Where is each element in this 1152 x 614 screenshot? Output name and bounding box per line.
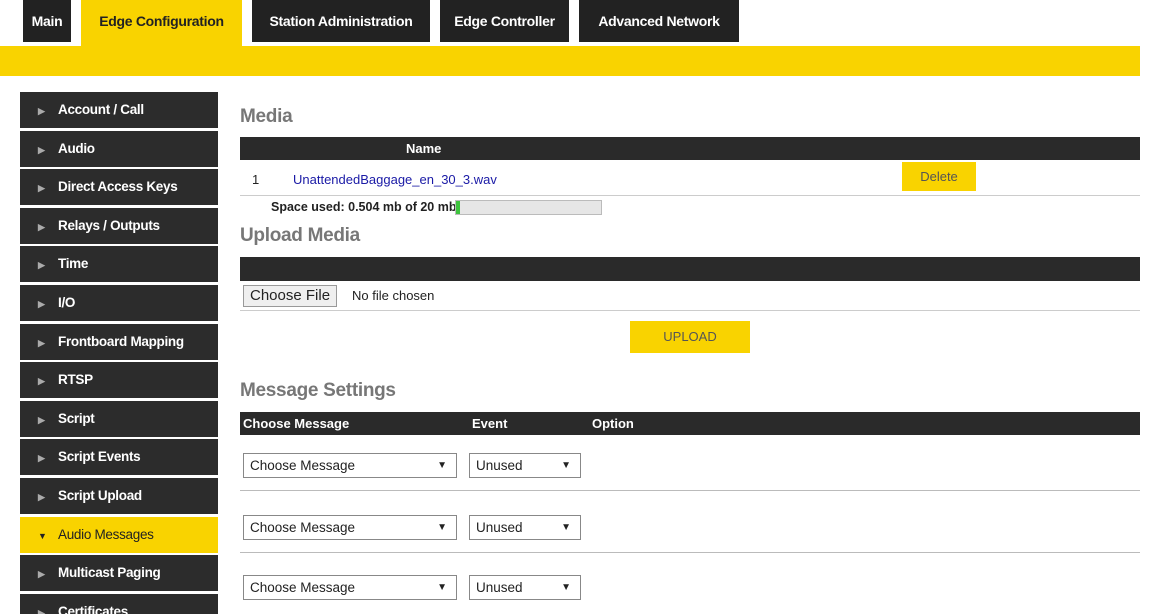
dropdown-arrow-icon: ▼ xyxy=(437,460,447,471)
chevron-right-icon: ▶ xyxy=(38,376,45,387)
row-index: 1 xyxy=(252,172,260,187)
table-row: 1 UnattendedBaggage_en_30_3.wav Delete xyxy=(240,162,1140,196)
choose-message-select[interactable]: Choose Message ▼ xyxy=(243,575,457,600)
sidebar-item-label: Time xyxy=(58,256,89,272)
space-used-progress-bar xyxy=(455,200,602,215)
sidebar: ▶ Account / Call ▶ Audio ▶ Direct Access Ke… xyxy=(20,92,218,614)
top-navigation: Main Edge Configuration Station Administ… xyxy=(0,0,1152,46)
sidebar-item-rtsp[interactable]: ▶ RTSP xyxy=(20,362,218,399)
sidebar-item-script-upload[interactable]: ▶ Script Upload xyxy=(20,477,218,514)
space-used-text: Space used: 0.504 mb of 20 mb xyxy=(271,200,457,214)
sidebar-item-audio-messages[interactable]: ▼ Audio Messages xyxy=(20,516,218,553)
column-header-name: Name xyxy=(406,141,442,156)
media-file-link[interactable]: UnattendedBaggage_en_30_3.wav xyxy=(293,172,497,187)
sidebar-item-frontboard-mapping[interactable]: ▶ Frontboard Mapping xyxy=(20,323,218,360)
column-header-choose-message: Choose Message xyxy=(243,416,350,431)
chevron-right-icon: ▶ xyxy=(38,106,45,116)
select-value: Choose Message xyxy=(250,520,356,535)
column-header-event: Event xyxy=(472,416,508,431)
select-value: Unused xyxy=(476,580,523,595)
tab-edge-controller[interactable]: Edge Controller xyxy=(440,0,569,42)
sidebar-item-label: Audio xyxy=(58,140,95,156)
choose-file-button[interactable]: Choose File xyxy=(243,285,338,307)
dropdown-arrow-icon: ▼ xyxy=(561,522,571,533)
sidebar-item-label: I/O xyxy=(58,294,76,310)
sidebar-item-time[interactable]: ▶ Time xyxy=(20,246,218,283)
sidebar-item-script[interactable]: ▶ Script xyxy=(20,400,218,437)
message-row: Choose Message ▼ Unused ▼ xyxy=(240,453,1140,491)
column-header-option: Option xyxy=(592,416,634,431)
sidebar-item-label: Direct Access Keys xyxy=(58,179,178,195)
chevron-right-icon: ▶ xyxy=(38,183,45,194)
sidebar-item-label: Frontboard Mapping xyxy=(58,333,184,349)
tab-station-administration[interactable]: Station Administration xyxy=(252,0,430,42)
tab-edge-configuration[interactable]: Edge Configuration xyxy=(81,0,242,46)
sidebar-item-direct-access-keys[interactable]: ▶ Direct Access Keys xyxy=(20,169,218,206)
dropdown-arrow-icon: ▼ xyxy=(561,460,571,471)
progress-fill xyxy=(456,201,460,214)
upload-media-title: Upload Media xyxy=(240,225,360,246)
sidebar-item-label: Script xyxy=(58,410,95,426)
choose-message-select[interactable]: Choose Message ▼ xyxy=(243,515,457,540)
dropdown-arrow-icon: ▼ xyxy=(437,522,447,533)
sidebar-item-label: RTSP xyxy=(58,372,93,388)
chevron-right-icon: ▶ xyxy=(38,337,45,348)
chevron-right-icon: ▶ xyxy=(38,260,45,271)
sidebar-item-label: Account / Call xyxy=(58,102,144,117)
chevron-right-icon: ▶ xyxy=(38,491,45,502)
sidebar-item-label: Script Upload xyxy=(58,487,142,503)
chevron-down-icon: ▼ xyxy=(38,530,47,541)
chevron-right-icon: ▶ xyxy=(38,298,45,309)
tab-advanced-network[interactable]: Advanced Network xyxy=(579,0,739,42)
event-select[interactable]: Unused ▼ xyxy=(469,515,581,540)
sidebar-item-io[interactable]: ▶ I/O xyxy=(20,284,218,321)
media-table-header: Name xyxy=(240,137,1140,160)
select-value: Unused xyxy=(476,458,523,473)
dropdown-arrow-icon: ▼ xyxy=(561,582,571,593)
chevron-right-icon: ▶ xyxy=(38,453,45,464)
tab-main[interactable]: Main xyxy=(23,0,71,42)
chevron-right-icon: ▶ xyxy=(38,607,45,614)
chevron-right-icon: ▶ xyxy=(38,414,45,425)
upload-button[interactable]: UPLOAD xyxy=(630,321,750,353)
message-row: Choose Message ▼ Unused ▼ xyxy=(240,515,1140,553)
sidebar-item-label: Relays / Outputs xyxy=(58,217,160,233)
sidebar-item-multicast-paging[interactable]: ▶ Multicast Paging xyxy=(20,555,218,592)
message-row: Choose Message ▼ Unused ▼ xyxy=(240,575,1140,613)
message-settings-header: Choose Message Event Option xyxy=(240,412,1140,435)
dropdown-arrow-icon: ▼ xyxy=(437,582,447,593)
sidebar-item-relays-outputs[interactable]: ▶ Relays / Outputs xyxy=(20,207,218,244)
media-title: Media xyxy=(240,106,293,127)
delete-button[interactable]: Delete xyxy=(902,162,976,191)
upload-table-header xyxy=(240,257,1140,281)
sidebar-item-label: Script Events xyxy=(58,449,141,465)
select-value: Choose Message xyxy=(250,458,356,473)
sidebar-item-script-events[interactable]: ▶ Script Events xyxy=(20,439,218,476)
select-value: Choose Message xyxy=(250,580,356,595)
file-input-row: Choose File No file chosen xyxy=(240,285,1140,311)
sidebar-item-label: Audio Messages xyxy=(58,526,154,542)
sidebar-item-label: Multicast Paging xyxy=(58,565,161,581)
chevron-right-icon: ▶ xyxy=(38,144,45,155)
chevron-right-icon: ▶ xyxy=(38,221,45,232)
message-settings-title: Message Settings xyxy=(240,380,396,401)
sidebar-item-account-call[interactable]: ▶ Account / Call xyxy=(20,92,218,128)
chevron-right-icon: ▶ xyxy=(38,569,45,580)
sidebar-item-label: Certificates xyxy=(58,603,128,614)
select-value: Unused xyxy=(476,520,523,535)
sidebar-item-certificates[interactable]: ▶ Certificates xyxy=(20,593,218,614)
event-select[interactable]: Unused ▼ xyxy=(469,575,581,600)
event-select[interactable]: Unused ▼ xyxy=(469,453,581,478)
choose-message-select[interactable]: Choose Message ▼ xyxy=(243,453,457,478)
sidebar-item-audio[interactable]: ▶ Audio xyxy=(20,130,218,167)
sub-navigation-bar xyxy=(0,46,1140,76)
no-file-chosen-text: No file chosen xyxy=(352,288,435,303)
